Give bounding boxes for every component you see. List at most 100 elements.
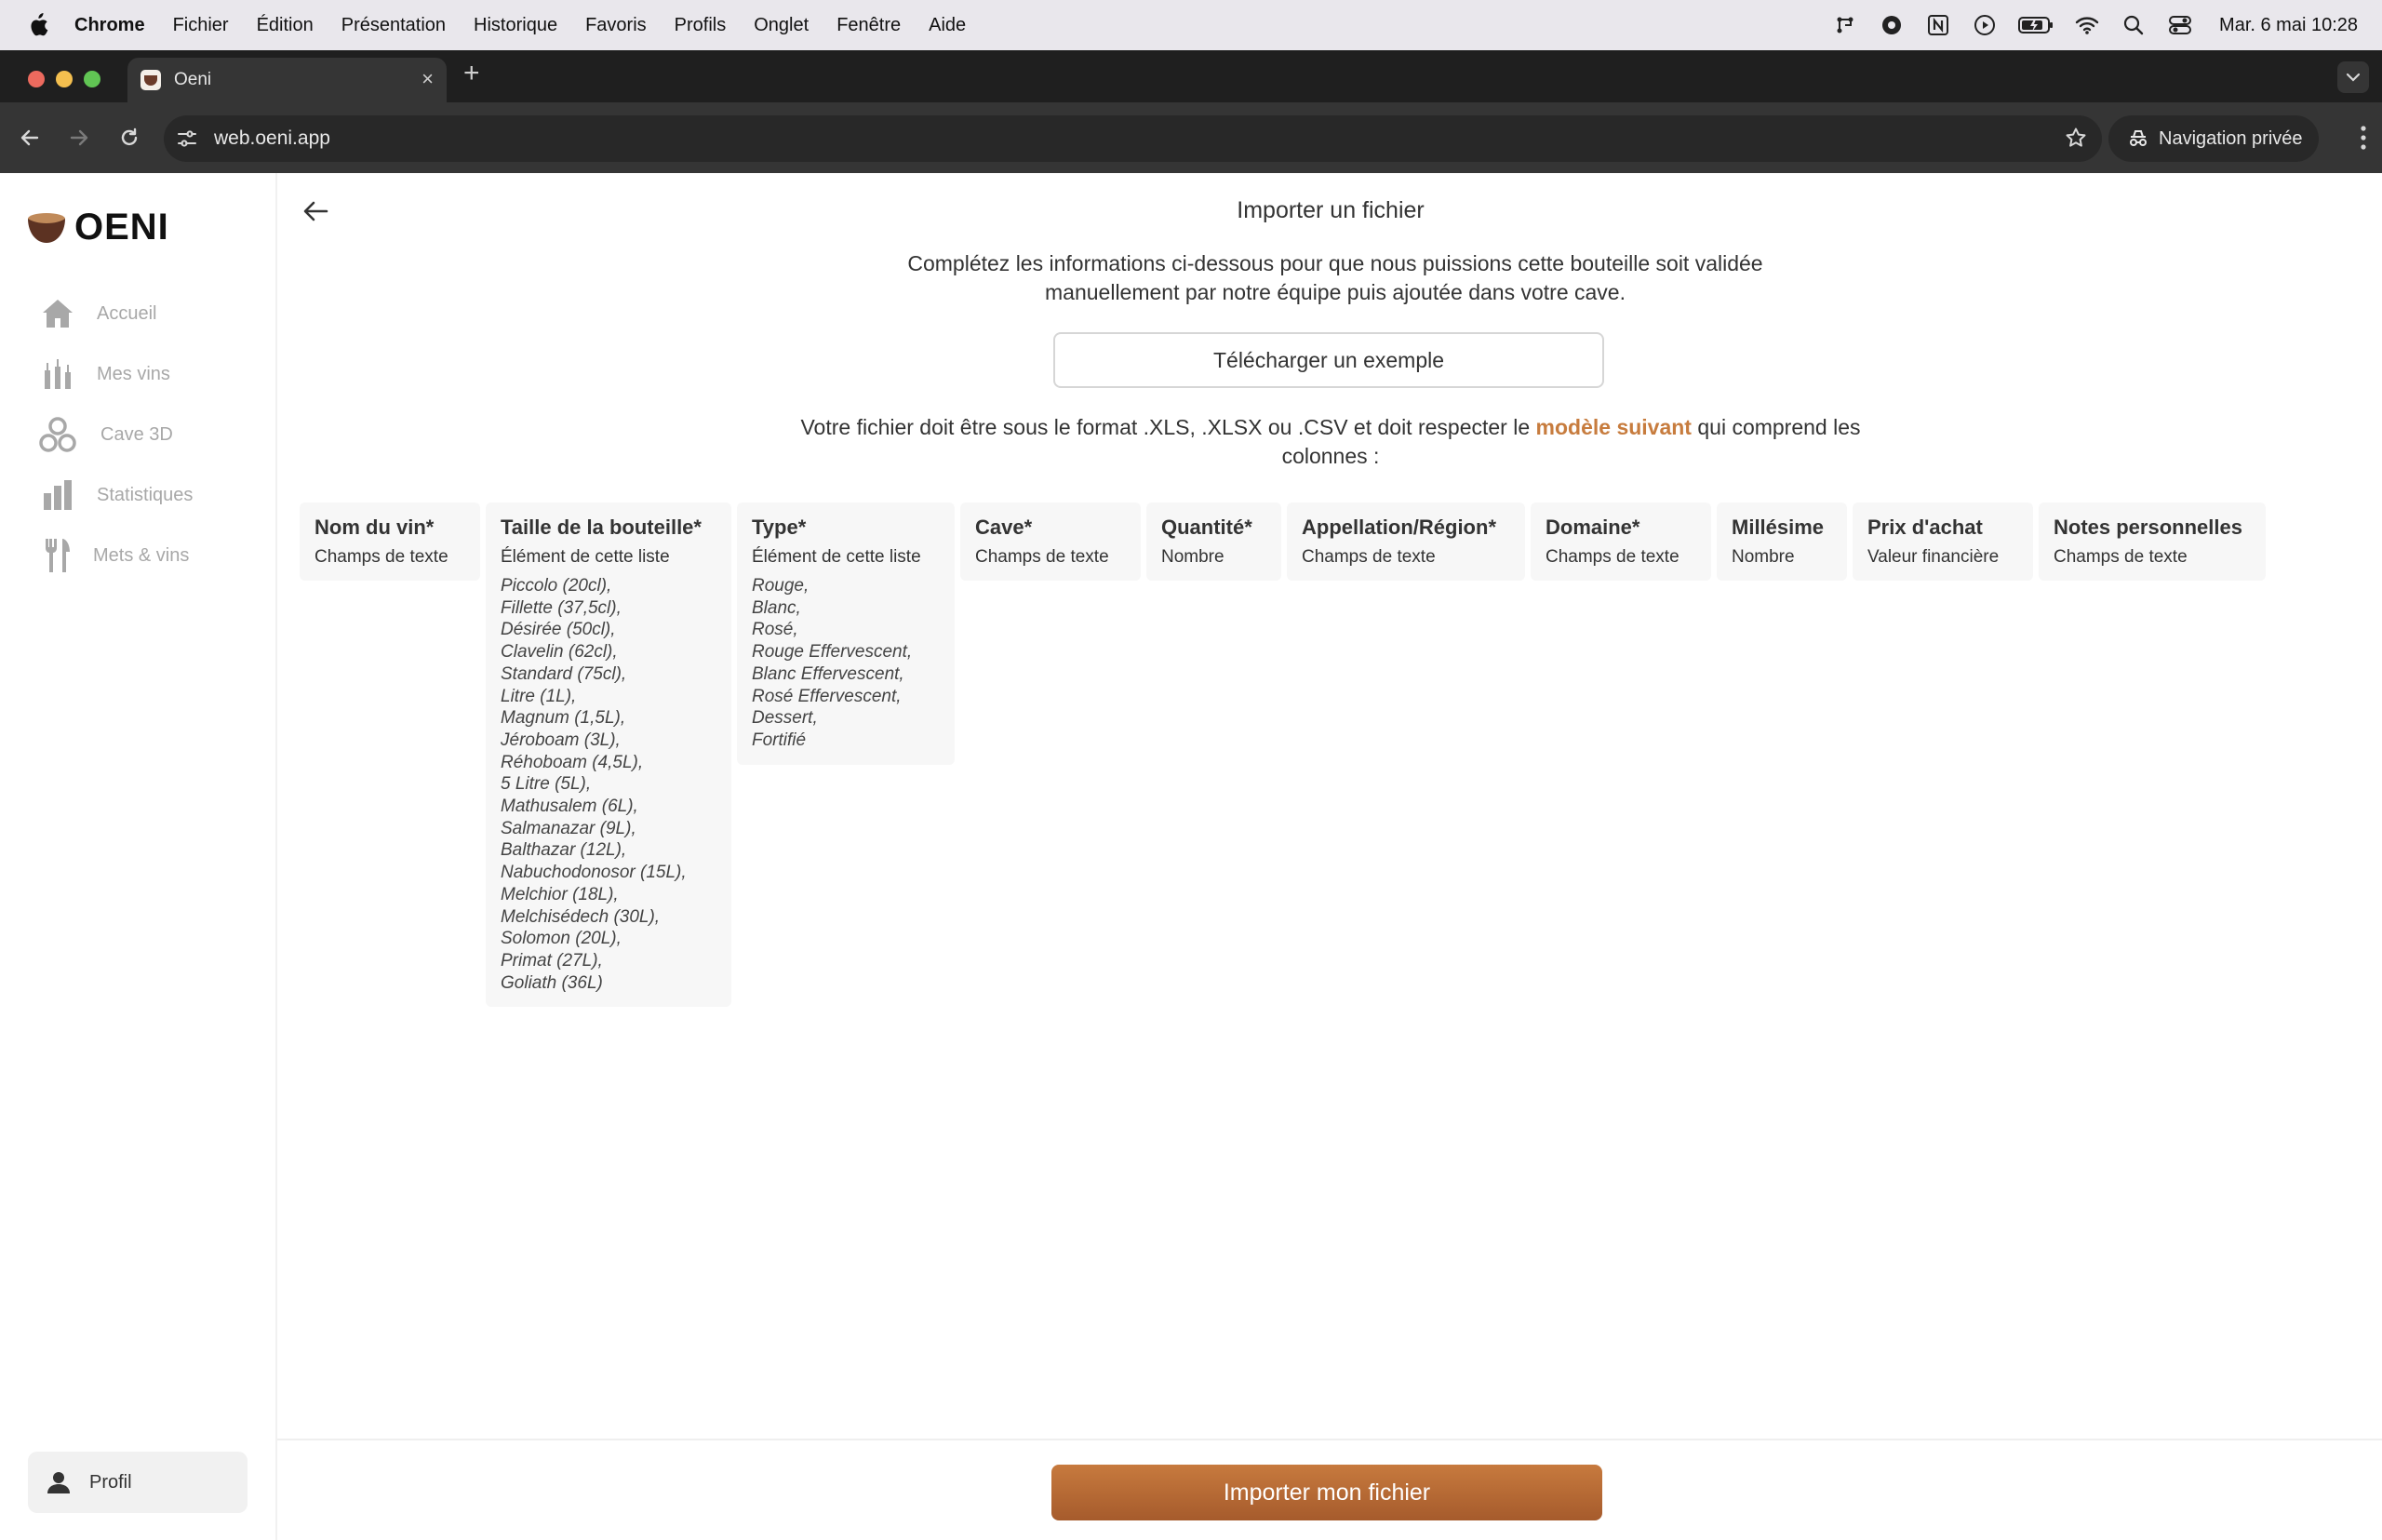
- reload-icon[interactable]: [116, 125, 142, 151]
- column-header: Quantité*: [1161, 516, 1252, 539]
- apple-icon[interactable]: [28, 13, 48, 37]
- action-footer: Importer mon fichier: [277, 1439, 2382, 1540]
- address-bar[interactable]: web.oeni.app: [164, 115, 2102, 162]
- column-card-prix-achat: Prix d'achat Valeur financière: [1853, 502, 2033, 581]
- column-card-notes: Notes personnelles Champs de texte: [2039, 502, 2266, 581]
- option-item: Blanc,: [752, 597, 801, 618]
- notion-icon[interactable]: [1925, 12, 1951, 38]
- column-card-quantite: Quantité* Nombre: [1146, 502, 1281, 581]
- option-item: Jéroboam (3L),: [501, 730, 621, 750]
- sidebar-item-label: Mets & vins: [93, 544, 190, 566]
- format-instructions: Votre fichier doit être sous le format .…: [782, 413, 1880, 471]
- sidebar-item-cave-3d[interactable]: Cave 3D: [37, 413, 173, 456]
- tab-close-icon[interactable]: ×: [422, 69, 434, 89]
- option-item: Balthazar (12L),: [501, 840, 627, 861]
- wifi-icon[interactable]: [2074, 12, 2100, 38]
- option-item: Mathusalem (6L),: [501, 797, 638, 817]
- column-type: Champs de texte: [314, 547, 448, 567]
- option-item: Rosé,: [752, 620, 798, 640]
- sidebar-item-accueil[interactable]: Accueil: [37, 292, 156, 335]
- column-type: Valeur financière: [1867, 547, 2000, 567]
- column-card-cave: Cave* Champs de texte: [960, 502, 1141, 581]
- forward-nav-icon[interactable]: [66, 125, 92, 151]
- format-text-before: Votre fichier doit être sous le format .…: [800, 415, 1536, 439]
- bottle-size-options: Piccolo (20cl), Fillette (37,5cl), Désir…: [501, 575, 716, 994]
- browser-menu-icon[interactable]: [2360, 125, 2367, 155]
- sidebar-item-label: Accueil: [97, 302, 157, 324]
- tab-title: Oeni: [174, 70, 212, 89]
- option-item: Rosé Effervescent,: [752, 686, 902, 706]
- window-close-button[interactable]: [28, 71, 45, 87]
- option-item: Rouge Effervescent,: [752, 642, 913, 663]
- menu-aide[interactable]: Aide: [929, 15, 966, 36]
- option-item: Dessert,: [752, 708, 818, 729]
- url-text: web.oeni.app: [214, 127, 330, 149]
- person-icon: [47, 1470, 71, 1494]
- column-header: Cave*: [975, 516, 1033, 539]
- control-center-icon[interactable]: [2167, 12, 2193, 38]
- battery-icon[interactable]: [2018, 12, 2054, 38]
- column-header: Taille de la bouteille*: [501, 516, 702, 539]
- menu-app-name[interactable]: Chrome: [74, 15, 145, 36]
- search-icon[interactable]: [2121, 12, 2147, 38]
- menu-profils[interactable]: Profils: [675, 15, 727, 36]
- menu-historique[interactable]: Historique: [474, 15, 557, 36]
- cutlery-icon: [37, 535, 78, 576]
- option-item: Solomon (20L),: [501, 929, 622, 949]
- private-browsing-badge[interactable]: Navigation privée: [2108, 115, 2319, 162]
- private-browsing-label: Navigation privée: [2159, 127, 2303, 149]
- menu-onglet[interactable]: Onglet: [754, 15, 809, 36]
- tab-search-chevron-icon[interactable]: [2337, 61, 2369, 93]
- sidebar-item-mes-vins[interactable]: Mes vins: [37, 353, 170, 395]
- menu-edition[interactable]: Édition: [257, 15, 314, 36]
- back-nav-icon[interactable]: [17, 125, 43, 151]
- import-file-button[interactable]: Importer mon fichier: [1051, 1465, 1602, 1520]
- page-title: Importer un fichier: [1237, 197, 1425, 223]
- column-type: Nombre: [1161, 547, 1224, 567]
- browser-tab-strip: Oeni ×: [0, 50, 2382, 102]
- window-minimize-button[interactable]: [56, 71, 73, 87]
- menubar-clock[interactable]: Mar. 6 mai 10:28: [2219, 15, 2358, 36]
- column-header: Prix d'achat: [1867, 516, 1983, 539]
- template-link[interactable]: modèle suivant: [1536, 415, 1692, 439]
- profile-button[interactable]: Profil: [28, 1452, 248, 1513]
- menu-favoris[interactable]: Favoris: [585, 15, 647, 36]
- option-item: Melchisédech (30L),: [501, 906, 661, 927]
- option-item: Magnum (1,5L),: [501, 708, 626, 729]
- menu-fenetre[interactable]: Fenêtre: [836, 15, 901, 36]
- sidebar-item-statistiques[interactable]: Statistiques: [37, 474, 193, 516]
- download-example-button[interactable]: Télécharger un exemple: [1053, 332, 1604, 388]
- sidebar-item-mets-vins[interactable]: Mets & vins: [37, 534, 189, 577]
- new-tab-plus-icon[interactable]: +: [463, 60, 480, 87]
- column-header: Domaine*: [1546, 516, 1640, 539]
- option-item: Fillette (37,5cl),: [501, 597, 622, 618]
- site-settings-icon[interactable]: [173, 125, 201, 153]
- incognito-icon: [2127, 129, 2149, 148]
- option-item: Clavelin (62cl),: [501, 642, 618, 663]
- menu-presentation[interactable]: Présentation: [341, 15, 446, 36]
- intro-text: Complétez les informations ci-dessous po…: [856, 249, 1814, 307]
- column-type: Champs de texte: [2054, 547, 2188, 567]
- window-zoom-button[interactable]: [84, 71, 100, 87]
- oeni-app: OENI Accueil Mes vins Cave 3D Statistiqu…: [0, 173, 2382, 1540]
- column-type: Champs de texte: [1302, 547, 1436, 567]
- browser-toolbar: web.oeni.app Navigation privée: [0, 102, 2382, 173]
- record-icon[interactable]: [1879, 12, 1905, 38]
- browser-tab-oeni[interactable]: Oeni ×: [127, 58, 447, 102]
- sidebar: OENI Accueil Mes vins Cave 3D Statistiqu…: [0, 173, 277, 1540]
- logo-text: OENI: [74, 207, 169, 248]
- stats-icon: [37, 475, 78, 516]
- bookmark-star-icon[interactable]: [2065, 127, 2087, 154]
- oeni-logo[interactable]: OENI: [26, 207, 169, 248]
- menu-fichier[interactable]: Fichier: [173, 15, 229, 36]
- option-item: Primat (27L),: [501, 950, 603, 971]
- status-area: Mar. 6 mai 10:28: [1832, 0, 2358, 50]
- option-item: Fortifié: [752, 730, 807, 750]
- play-icon[interactable]: [1972, 12, 1998, 38]
- option-item: Melchior (18L),: [501, 884, 619, 904]
- column-type: Élément de cette liste: [501, 547, 670, 567]
- hub-icon[interactable]: [1832, 12, 1858, 38]
- intro-line-2: manuellement par notre équipe puis ajout…: [1045, 280, 1626, 304]
- column-header: Notes personnelles: [2054, 516, 2242, 539]
- wine-cup-logo-icon: [26, 208, 67, 248]
